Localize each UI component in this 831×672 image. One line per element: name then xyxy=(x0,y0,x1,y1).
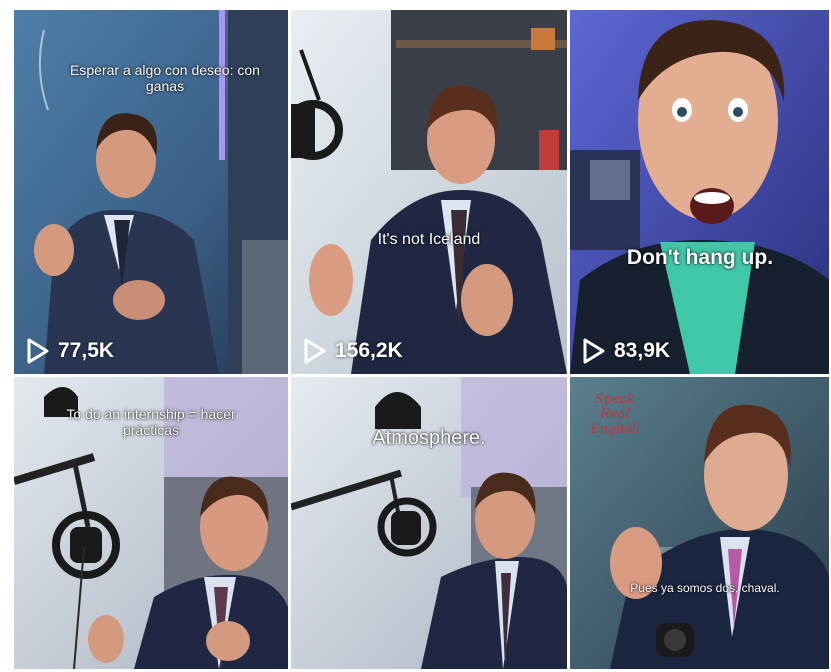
video-thumbnail-1[interactable]: Esperar a algo con deseo: con ganas 77,5… xyxy=(14,10,288,374)
video-3-frame xyxy=(570,10,829,374)
video-6-caption: Pues ya somos dos, chaval. xyxy=(630,581,780,595)
view-count: 156,2K xyxy=(335,339,403,362)
brand-logo: Speak Real English xyxy=(590,392,640,437)
video-thumbnail-3[interactable]: Don't hang up. 83,9K xyxy=(570,10,829,374)
video-thumbnail-6[interactable]: Speak Real English Pues ya somos dos, ch… xyxy=(570,377,829,669)
video-2-frame xyxy=(291,10,567,374)
play-icon xyxy=(582,338,606,364)
video-1-caption: Esperar a algo con deseo: con ganas xyxy=(70,62,260,95)
video-grid: Esperar a algo con deseo: con ganas 77,5… xyxy=(14,10,829,672)
video-2-caption: It's not Iceland xyxy=(377,231,481,248)
video-3-views: 83,9K xyxy=(582,338,670,364)
play-icon xyxy=(26,338,50,364)
video-4-caption: To do an internship = hacer prácticas xyxy=(66,406,236,439)
video-3-caption: Don't hang up. xyxy=(626,246,774,269)
video-thumbnail-5[interactable]: Atmosphere. xyxy=(291,377,567,669)
view-count: 83,9K xyxy=(614,339,671,362)
video-5-frame xyxy=(291,377,567,669)
play-icon xyxy=(303,338,327,364)
view-count: 77,5K xyxy=(58,339,115,362)
video-5-caption: Atmosphere. xyxy=(372,427,486,449)
video-thumbnail-4[interactable]: To do an internship = hacer prácticas xyxy=(14,377,288,669)
video-2-views: 156,2K xyxy=(303,338,403,364)
video-1-views: 77,5K xyxy=(26,338,114,364)
video-thumbnail-2[interactable]: It's not Iceland 156,2K xyxy=(291,10,567,374)
